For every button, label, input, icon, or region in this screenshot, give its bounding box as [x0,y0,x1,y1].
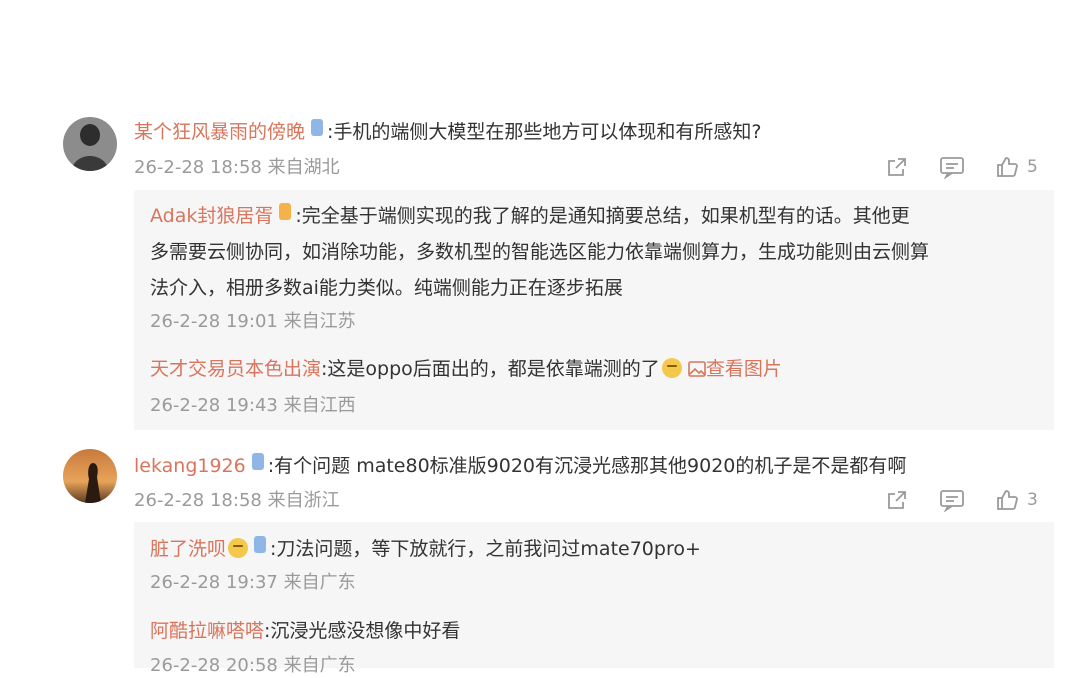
reply-text: :刀法问题，等下放就行，之前我问过mate70pro+ [270,538,701,560]
view-image-link[interactable]: 查看图片 [688,358,782,380]
reply-item: 天才交易员本色出演:这是oppo后面出的，都是依靠端测的了 查看图片 [150,357,782,381]
image-icon [688,361,706,377]
like-count: 3 [1027,490,1038,510]
reply-meta: 26-2-28 19:37 来自广东 [150,572,356,593]
reply-item: Adak封狼居胥 :完全基于端侧实现的我了解的是通知摘要总结，如果机型有的话。其他… [150,198,1030,306]
comment-text: :有个问题 mate80标准版9020有沉浸光感那其他9020的机子是不是都有啊 [267,455,907,477]
reply-text-line-1: :完全基于端侧实现的我了解的是通知摘要总结，如果机型有的话。其他更 [295,205,910,227]
comment-line: lekang1926 :有个问题 mate80标准版9020有沉浸光感那其他902… [134,453,906,478]
reply-text-line-2: 多需要云侧协同，如消除功能，多数机型的智能选区能力依靠端侧算力，生成功能则由云侧… [150,241,930,263]
username[interactable]: lekang1926 [134,455,246,477]
comment-button[interactable] [939,155,965,179]
emoji-icon [228,538,249,558]
like-icon [997,157,1018,177]
comment-actions: 3 [885,488,1038,512]
comment-actions: 5 [885,155,1038,179]
member-badge [279,203,292,220]
reply-text: :沉浸光感没想像中好看 [264,620,461,642]
reply-text-line-3: 法介入，相册多数ai能力类似。纯端侧能力正在逐步拓展 [150,277,623,299]
member-badge [311,119,324,136]
reply-username[interactable]: Adak封狼居胥 [150,205,273,227]
reply-meta: 26-2-28 19:01 来自江苏 [150,311,356,332]
comment-icon [940,157,964,179]
reply-username[interactable]: 脏了洗呗 [150,538,226,560]
like-button[interactable]: 5 [995,155,1038,179]
like-count: 5 [1027,157,1038,177]
reply-username[interactable]: 阿酷拉嘛嗒嗒 [150,620,264,642]
member-badge [254,536,267,553]
share-button[interactable] [885,488,909,512]
comment-icon [940,490,964,512]
comment-meta: 26-2-28 18:58 来自浙江 [134,490,340,511]
avatar[interactable] [63,449,117,503]
username[interactable]: 某个狂风暴雨的傍晚 [134,121,305,143]
reply-meta: 26-2-28 19:43 来自江西 [150,395,356,416]
reply-item: 脏了洗呗 :刀法问题，等下放就行，之前我问过mate70pro+ [150,536,701,561]
comment-line: 某个狂风暴雨的傍晚 :手机的端侧大模型在那些地方可以体现和有所感知? [134,119,762,144]
emoji-icon [661,358,682,378]
reply-text: :这是oppo后面出的，都是依靠端测的了 [321,358,660,380]
like-icon [997,490,1018,510]
share-button[interactable] [885,155,909,179]
comment-text: :手机的端侧大模型在那些地方可以体现和有所感知? [327,121,762,143]
share-icon [888,158,906,176]
comment-meta: 26-2-28 18:58 来自湖北 [134,157,340,178]
like-button[interactable]: 3 [995,488,1038,512]
reply-item: 阿酷拉嘛嗒嗒:沉浸光感没想像中好看 [150,619,460,643]
reply-list: Adak封狼居胥 :完全基于端侧实现的我了解的是通知摘要总结，如果机型有的话。其他… [134,190,1054,430]
reply-username[interactable]: 天才交易员本色出演 [150,358,321,380]
reply-list: 脏了洗呗 :刀法问题，等下放就行，之前我问过mate70pro+ 26-2-28 … [134,522,1054,676]
avatar[interactable] [63,117,117,171]
comment-button[interactable] [939,488,965,512]
reply-meta: 26-2-28 20:58 来自广东 [150,655,356,676]
member-badge [251,453,264,470]
share-icon [888,491,906,509]
